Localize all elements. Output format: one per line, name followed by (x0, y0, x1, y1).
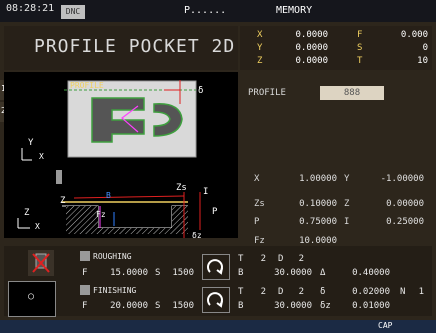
roughing-d-label: D (278, 254, 284, 264)
coord-value-t: 10 (417, 56, 428, 66)
param-value-x[interactable]: 1.00000 (285, 174, 337, 184)
roughing-t-label: T (238, 254, 244, 264)
graphic-zs-label: Zs (176, 183, 187, 193)
roughing-s-label: S (155, 268, 161, 278)
finishing-d-value[interactable]: 2 (294, 287, 304, 297)
roughing-delta-label: Δ (320, 268, 326, 278)
finishing-label: FINISHING (93, 286, 137, 295)
param-value-fz[interactable]: 10.0000 (285, 236, 337, 246)
param-label-y: Y (344, 174, 350, 184)
finishing-s-value[interactable]: 1500 (166, 301, 194, 311)
finishing-b-value[interactable]: 30.0000 (260, 301, 312, 311)
roughing-f-label: F (82, 268, 88, 278)
page-title: PROFILE POCKET 2D (34, 36, 236, 57)
finishing-spindle-direction[interactable] (202, 287, 230, 313)
param-value-z[interactable]: 0.00000 (362, 199, 424, 209)
graphic-fz-label: Fz (96, 210, 106, 219)
graphic-axis-x-bottom: X (35, 222, 40, 231)
param-value-p[interactable]: 0.75000 (285, 217, 337, 227)
rotate-clockwise-icon (207, 292, 223, 308)
tool-mode-button[interactable] (28, 250, 54, 276)
coord-axis-y: Y (257, 43, 263, 53)
param-label-zs: Zs (254, 199, 265, 209)
rotate-clockwise-icon (207, 259, 223, 275)
roughing-b-label: B (238, 268, 244, 278)
finishing-b-label: B (238, 301, 244, 311)
graphic-profile-label: PROFILE (70, 81, 104, 90)
tool-stub (56, 170, 62, 184)
spindle-start-button[interactable]: ○ (8, 281, 56, 317)
graphic-axis-y: Y (28, 138, 34, 148)
param-label-x: X (254, 174, 260, 184)
coord-value-f: 0.000 (400, 30, 428, 40)
circle-icon: ○ (28, 291, 35, 302)
graphic-axis-x-top: X (39, 152, 44, 161)
finishing-f-label: F (82, 301, 88, 311)
roughing-checkbox[interactable] (80, 251, 90, 261)
finishing-n-label: N (400, 287, 406, 297)
param-value-i[interactable]: 0.25000 (362, 217, 424, 227)
roughing-b-value[interactable]: 30.0000 (260, 268, 312, 278)
roughing-spindle-direction[interactable] (202, 254, 230, 280)
caps-indicator: CAP (378, 321, 393, 330)
param-value-y[interactable]: -1.00000 (362, 174, 424, 184)
param-label-z: Z (344, 199, 350, 209)
program-name: P...... (184, 5, 227, 16)
roughing-label: ROUGHING (93, 252, 132, 261)
clock: 08:28:21 (6, 3, 55, 14)
finishing-s-label: S (155, 301, 161, 311)
mode-badge: DNC (61, 5, 85, 19)
roughing-s-value[interactable]: 1500 (166, 268, 194, 278)
profile-field-label: PROFILE (248, 88, 286, 98)
roughing-delta-value[interactable]: 0.40000 (346, 268, 390, 278)
finishing-checkbox[interactable] (80, 285, 90, 295)
param-label-i: I (344, 217, 350, 227)
graphic-dz-label: δz (192, 231, 202, 240)
coord-value-y: 0.0000 (295, 43, 328, 53)
finishing-n-value[interactable]: 1 (410, 287, 424, 297)
coord-axis-z: Z (257, 56, 263, 66)
coord-axis-f: F (357, 30, 363, 40)
graphic-i-label: I (203, 187, 209, 197)
graphic-beta-label: B (106, 191, 111, 200)
finishing-delta-label: δ (320, 287, 326, 297)
bottom-status-bar (0, 320, 436, 333)
roughing-d-value[interactable]: 2 (294, 254, 304, 264)
coord-value-x: 0.0000 (295, 30, 328, 40)
coord-axis-x: X (257, 30, 263, 40)
finishing-t-label: T (238, 287, 244, 297)
coord-axis-t: T (357, 56, 363, 66)
finishing-d-label: D (278, 287, 284, 297)
roughing-t-value[interactable]: 2 (256, 254, 266, 264)
profile-number-field[interactable]: 888 (320, 86, 384, 100)
coord-axis-s: S (357, 43, 363, 53)
coord-value-z: 0.0000 (295, 56, 328, 66)
finishing-t-value[interactable]: 2 (256, 287, 266, 297)
graphic-p-label: P (212, 207, 218, 217)
param-label-p: P (254, 217, 260, 227)
tool-crossed-icon (32, 253, 50, 273)
memory-indicator: MEMORY (276, 5, 313, 16)
param-label-fz: Fz (254, 236, 265, 246)
coord-value-s: 0 (422, 43, 428, 53)
finishing-delta-value[interactable]: 0.02000 (346, 287, 390, 297)
finishing-dz-label: δz (320, 301, 331, 311)
graphic-delta-label: δ (198, 86, 204, 96)
finishing-dz-value[interactable]: 0.01000 (346, 301, 390, 311)
finishing-f-value[interactable]: 20.0000 (92, 301, 148, 311)
roughing-f-value[interactable]: 15.0000 (92, 268, 148, 278)
graphic-axis-z-section: Z (60, 196, 66, 206)
graphic-axis-z: Z (24, 208, 30, 218)
param-value-zs[interactable]: 0.10000 (285, 199, 337, 209)
